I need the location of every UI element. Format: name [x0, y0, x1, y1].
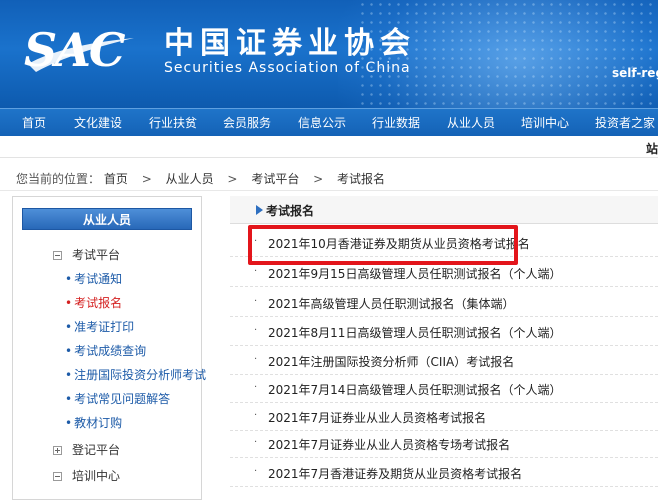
sidebar-item-label: 注册国际投资分析师考试 [74, 368, 207, 382]
list-item-link[interactable]: 2021年8月11日高级管理人员任职测试报名（个人端） [268, 324, 561, 341]
list-item-link[interactable]: 2021年7月香港证券及期货从业员资格考试报名 [268, 465, 522, 482]
sidebar-item-exam-notice[interactable]: • 考试通知 [65, 271, 122, 287]
expand-icon[interactable] [53, 446, 62, 455]
list-item[interactable]: · 2021年高级管理人员任职测试报名（集体端） [230, 288, 658, 317]
main-nav: 首页 文化建设 行业扶贫 会员服务 信息公示 行业数据 从业人员 培训中心 投资… [0, 108, 658, 136]
breadcrumb-prefix: 您当前的位置： [16, 172, 101, 186]
bullet-icon: · [254, 382, 258, 393]
breadcrumb-exam-platform[interactable]: 考试平台 [251, 171, 299, 187]
sidebar-item-label: 考试报名 [74, 296, 123, 310]
sidebar-item-label: 教材订购 [74, 416, 123, 430]
list-item[interactable]: · 2021年7月证券业从业人员资格考试报名 [230, 402, 658, 431]
bullet-icon: • [65, 368, 73, 382]
self-reg-link[interactable]: self-reg [612, 66, 658, 80]
breadcrumb-exam-registration[interactable]: 考试报名 [337, 171, 385, 187]
bullet-icon: · [254, 354, 258, 365]
bullet-icon: • [65, 296, 73, 310]
bullet-icon: • [65, 344, 73, 358]
collapse-icon[interactable] [53, 251, 62, 260]
arrow-right-icon [256, 205, 263, 215]
bullet-icon: • [65, 272, 73, 286]
nav-item-home[interactable]: 首页 [22, 109, 46, 137]
sidebar-item-score-query[interactable]: • 考试成绩查询 [65, 343, 146, 359]
header-banner: SAC 中国证券业协会 Securities Association of Ch… [0, 0, 658, 108]
sidebar-title: 从业人员 [22, 208, 192, 230]
sidebar-item-ciia-exam[interactable]: • 注册国际投资分析师考试 [65, 367, 206, 383]
list-item-link[interactable]: 2021年7月证券业从业人员资格专场考试报名 [268, 436, 510, 453]
sidebar: 从业人员 考试平台 • 考试通知 • 考试报名 • 准考证打印 • 考试成绩查询 • 注册… [12, 196, 206, 500]
bullet-icon: · [254, 296, 258, 307]
site-title-cn: 中国证券业协会 [164, 26, 416, 61]
bullet-icon: · [254, 266, 258, 277]
list-item-link[interactable]: 2021年9月15日高级管理人员任职测试报名（个人端） [268, 265, 561, 282]
list-item[interactable]: · 2021年注册国际投资分析师（CIIA）考试报名 [230, 346, 658, 375]
bullet-icon: • [65, 416, 73, 430]
list-item[interactable]: · 2021年7月证券业从业人员资格专场考试报名 [230, 429, 658, 458]
sidebar-item-admission-ticket[interactable]: • 准考证打印 [65, 319, 134, 335]
breadcrumb-separator: > [313, 172, 324, 186]
sac-logo[interactable]: SAC [24, 22, 126, 78]
section-title: 考试报名 [266, 204, 315, 218]
site-title-en: Securities Association of China [164, 60, 411, 76]
list-item[interactable]: · 2021年7月14日高级管理人员任职测试报名（个人端） [230, 374, 658, 403]
list-item-link[interactable]: 2021年高级管理人员任职测试报名（集体端） [268, 295, 515, 312]
nav-item-culture[interactable]: 文化建设 [74, 109, 122, 137]
sidebar-item-label: 准考证打印 [74, 320, 135, 334]
bullet-icon: • [65, 392, 73, 406]
bullet-icon: · [254, 437, 258, 448]
breadcrumb-practitioners[interactable]: 从业人员 [166, 171, 214, 187]
breadcrumb: 您当前的位置： 首页 > 从业人员 > 考试平台 > 考试报名 [16, 171, 385, 187]
nav-item-poverty-relief[interactable]: 行业扶贫 [149, 109, 197, 137]
list-item[interactable]: · 2021年7月香港证券及期货从业员资格考试报名 [230, 458, 658, 487]
breadcrumb-separator: > [227, 172, 238, 186]
bullet-icon: · [254, 466, 258, 477]
list-item-link[interactable]: 2021年7月14日高级管理人员任职测试报名（个人端） [268, 381, 561, 398]
divider [0, 190, 658, 191]
sidebar-group-exam-platform[interactable]: 考试平台 [53, 247, 120, 263]
sidebar-item-exam-registration[interactable]: • 考试报名 [65, 295, 122, 311]
sub-bar: 站 [0, 136, 658, 158]
sidebar-item-textbook-order[interactable]: • 教材订购 [65, 415, 122, 431]
nav-item-investors[interactable]: 投资者之家 [595, 109, 655, 137]
sidebar-item-label: 考试通知 [74, 272, 123, 286]
sidebar-item-label: 考试常见问题解答 [74, 392, 171, 406]
sidebar-group-registration-platform[interactable]: 登记平台 [53, 442, 120, 458]
section-header: 考试报名 [230, 196, 658, 224]
sidebar-group-label: 培训中心 [72, 469, 121, 483]
highlight-box [248, 225, 518, 265]
breadcrumb-separator: > [141, 172, 152, 186]
bullet-icon: • [65, 320, 73, 334]
sidebar-group-label: 登记平台 [72, 443, 121, 457]
sidebar-group-training-center[interactable]: 培训中心 [53, 468, 120, 484]
bullet-icon: · [254, 410, 258, 421]
list-item-link[interactable]: 2021年注册国际投资分析师（CIIA）考试报名 [268, 353, 514, 370]
collapse-icon[interactable] [53, 472, 62, 481]
bullet-icon: · [254, 325, 258, 336]
list-item[interactable]: · 2021年8月11日高级管理人员任职测试报名（个人端） [230, 317, 658, 346]
nav-item-training[interactable]: 培训中心 [521, 109, 569, 137]
nav-item-practitioners[interactable]: 从业人员 [447, 109, 495, 137]
sub-bar-link[interactable]: 站 [646, 140, 658, 157]
breadcrumb-home[interactable]: 首页 [104, 171, 128, 187]
nav-item-member-services[interactable]: 会员服务 [223, 109, 271, 137]
sidebar-group-label: 考试平台 [72, 248, 121, 262]
nav-item-disclosure[interactable]: 信息公示 [298, 109, 346, 137]
nav-item-industry-data[interactable]: 行业数据 [372, 109, 420, 137]
sidebar-item-exam-faq[interactable]: • 考试常见问题解答 [65, 391, 170, 407]
list-item-link[interactable]: 2021年7月证券业从业人员资格考试报名 [268, 409, 486, 426]
sidebar-item-label: 考试成绩查询 [74, 344, 147, 358]
